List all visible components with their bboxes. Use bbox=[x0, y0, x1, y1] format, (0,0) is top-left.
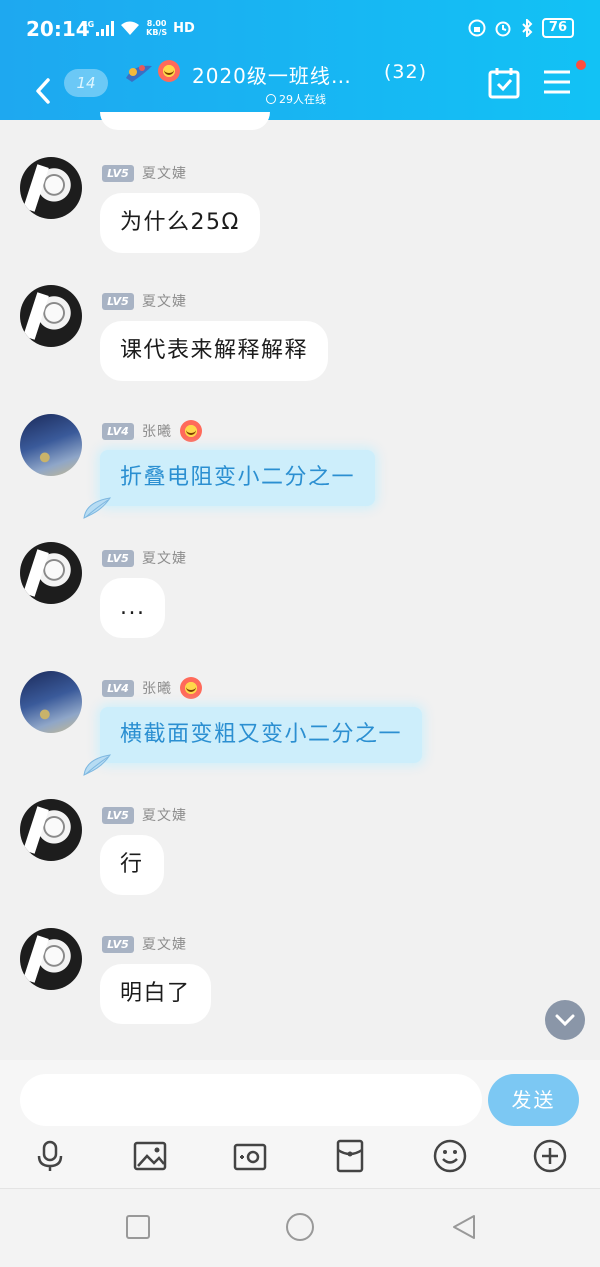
send-button[interactable]: 发送 bbox=[488, 1074, 579, 1126]
image-button[interactable] bbox=[132, 1138, 168, 1174]
manga-avatar[interactable] bbox=[20, 542, 82, 604]
scroll-down-button[interactable] bbox=[545, 1000, 585, 1040]
sender-name[interactable]: 张曦 bbox=[142, 421, 172, 441]
sky-avatar[interactable] bbox=[20, 671, 82, 733]
flower-emoji-icon bbox=[180, 677, 202, 699]
network-type: 4G bbox=[82, 19, 95, 29]
sender-name[interactable]: 夏文婕 bbox=[142, 805, 187, 825]
home-icon[interactable] bbox=[284, 1211, 316, 1243]
message-bubble[interactable]: 行 bbox=[100, 835, 164, 895]
recents-icon[interactable] bbox=[124, 1213, 152, 1241]
network-speed: 8.00 KB/S bbox=[146, 19, 168, 37]
notification-dot bbox=[576, 60, 586, 70]
sender-meta: LV5 夏文婕 bbox=[102, 805, 187, 825]
level-badge: LV4 bbox=[102, 422, 134, 440]
feather-decoration-icon bbox=[83, 754, 112, 776]
manga-avatar[interactable] bbox=[20, 928, 82, 990]
manga-avatar[interactable] bbox=[20, 157, 82, 219]
system-nav-bar bbox=[0, 1188, 600, 1267]
level-badge: LV4 bbox=[102, 679, 134, 697]
emoji-icon bbox=[433, 1139, 467, 1173]
plus-button[interactable] bbox=[532, 1138, 568, 1174]
lock-rotation-icon bbox=[468, 19, 486, 37]
online-icon bbox=[266, 94, 276, 104]
message-bubble[interactable]: ... bbox=[100, 578, 166, 638]
bluetooth-icon bbox=[522, 19, 533, 37]
sender-name[interactable]: 夏文婕 bbox=[142, 291, 187, 311]
message-bubble[interactable]: 折叠电阻变小二分之一 bbox=[100, 450, 376, 506]
sender-name[interactable]: 夏文婕 bbox=[142, 548, 187, 568]
member-count: (32) bbox=[384, 61, 428, 83]
message-input[interactable] bbox=[20, 1074, 482, 1126]
back-icon[interactable] bbox=[450, 1213, 478, 1241]
message-bubble[interactable]: 课代表来解释解释 bbox=[100, 321, 329, 381]
chevron-down-icon bbox=[555, 1014, 575, 1027]
alarm-icon bbox=[495, 21, 511, 37]
sender-name[interactable]: 夏文婕 bbox=[142, 163, 187, 183]
status-left-icons: 4G 8.00 KB/S HD bbox=[82, 19, 195, 37]
status-right-icons: 76 bbox=[468, 18, 574, 38]
message-bubble[interactable]: 明白了 bbox=[100, 964, 211, 1024]
wifi-icon bbox=[121, 21, 140, 35]
level-badge: LV5 bbox=[102, 935, 134, 953]
level-badge: LV5 bbox=[102, 549, 134, 567]
previous-message-bubble bbox=[100, 112, 270, 130]
manga-avatar[interactable] bbox=[20, 799, 82, 861]
message-bubble[interactable]: 为什么25Ω bbox=[100, 193, 260, 253]
menu-icon[interactable] bbox=[541, 66, 573, 98]
sender-meta: LV4 张曦 bbox=[102, 420, 202, 442]
sender-meta: LV5 夏文婕 bbox=[102, 291, 187, 311]
status-bar: 20:14 4G 8.00 KB/S HD 76 bbox=[0, 0, 600, 60]
plus-icon bbox=[533, 1139, 567, 1173]
signal-icon bbox=[96, 20, 115, 36]
red-packet-button[interactable] bbox=[332, 1138, 368, 1174]
sender-meta: LV5 夏文婕 bbox=[102, 548, 187, 568]
nav-bar: 14 2020级一班线… (32) 29人在线 bbox=[0, 60, 600, 120]
message-bubble[interactable]: 横截面变粗又变小二分之一 bbox=[100, 707, 423, 763]
level-badge: LV5 bbox=[102, 292, 134, 310]
battery-indicator: 76 bbox=[541, 18, 574, 38]
microphone-button[interactable] bbox=[32, 1138, 68, 1174]
sender-name[interactable]: 夏文婕 bbox=[142, 934, 187, 954]
camera-button[interactable] bbox=[232, 1138, 268, 1174]
chat-header: 20:14 4G 8.00 KB/S HD 76 14 2020级一班线… (3… bbox=[0, 0, 600, 120]
flower-emoji-icon bbox=[158, 60, 180, 82]
image-icon bbox=[133, 1141, 167, 1171]
sky-avatar[interactable] bbox=[20, 414, 82, 476]
sender-meta: LV5 夏文婕 bbox=[102, 934, 187, 954]
input-bar: 发送 bbox=[0, 1060, 600, 1188]
red-packet-icon bbox=[336, 1139, 364, 1173]
status-time: 20:14 bbox=[26, 17, 90, 41]
sender-meta: LV4 张曦 bbox=[102, 677, 202, 699]
chat-title[interactable]: 2020级一班线… bbox=[192, 60, 352, 89]
manga-avatar[interactable] bbox=[20, 285, 82, 347]
back-arrow-icon[interactable] bbox=[30, 70, 56, 110]
emoji-button[interactable] bbox=[432, 1138, 468, 1174]
level-badge: LV5 bbox=[102, 806, 134, 824]
microphone-icon bbox=[37, 1140, 63, 1171]
calendar-check-icon[interactable] bbox=[487, 66, 521, 100]
group-badge-icon bbox=[126, 65, 152, 82]
sender-meta: LV5 夏文婕 bbox=[102, 163, 187, 183]
hd-indicator: HD bbox=[173, 20, 195, 36]
unread-count-badge[interactable]: 14 bbox=[64, 69, 108, 97]
flower-emoji-icon bbox=[180, 420, 202, 442]
online-count: 29人在线 bbox=[279, 93, 326, 106]
feather-decoration-icon bbox=[83, 497, 112, 519]
level-badge: LV5 bbox=[102, 164, 134, 182]
sender-name[interactable]: 张曦 bbox=[142, 678, 172, 698]
online-status: 29人在线 bbox=[266, 91, 326, 107]
camera-icon bbox=[233, 1143, 267, 1171]
